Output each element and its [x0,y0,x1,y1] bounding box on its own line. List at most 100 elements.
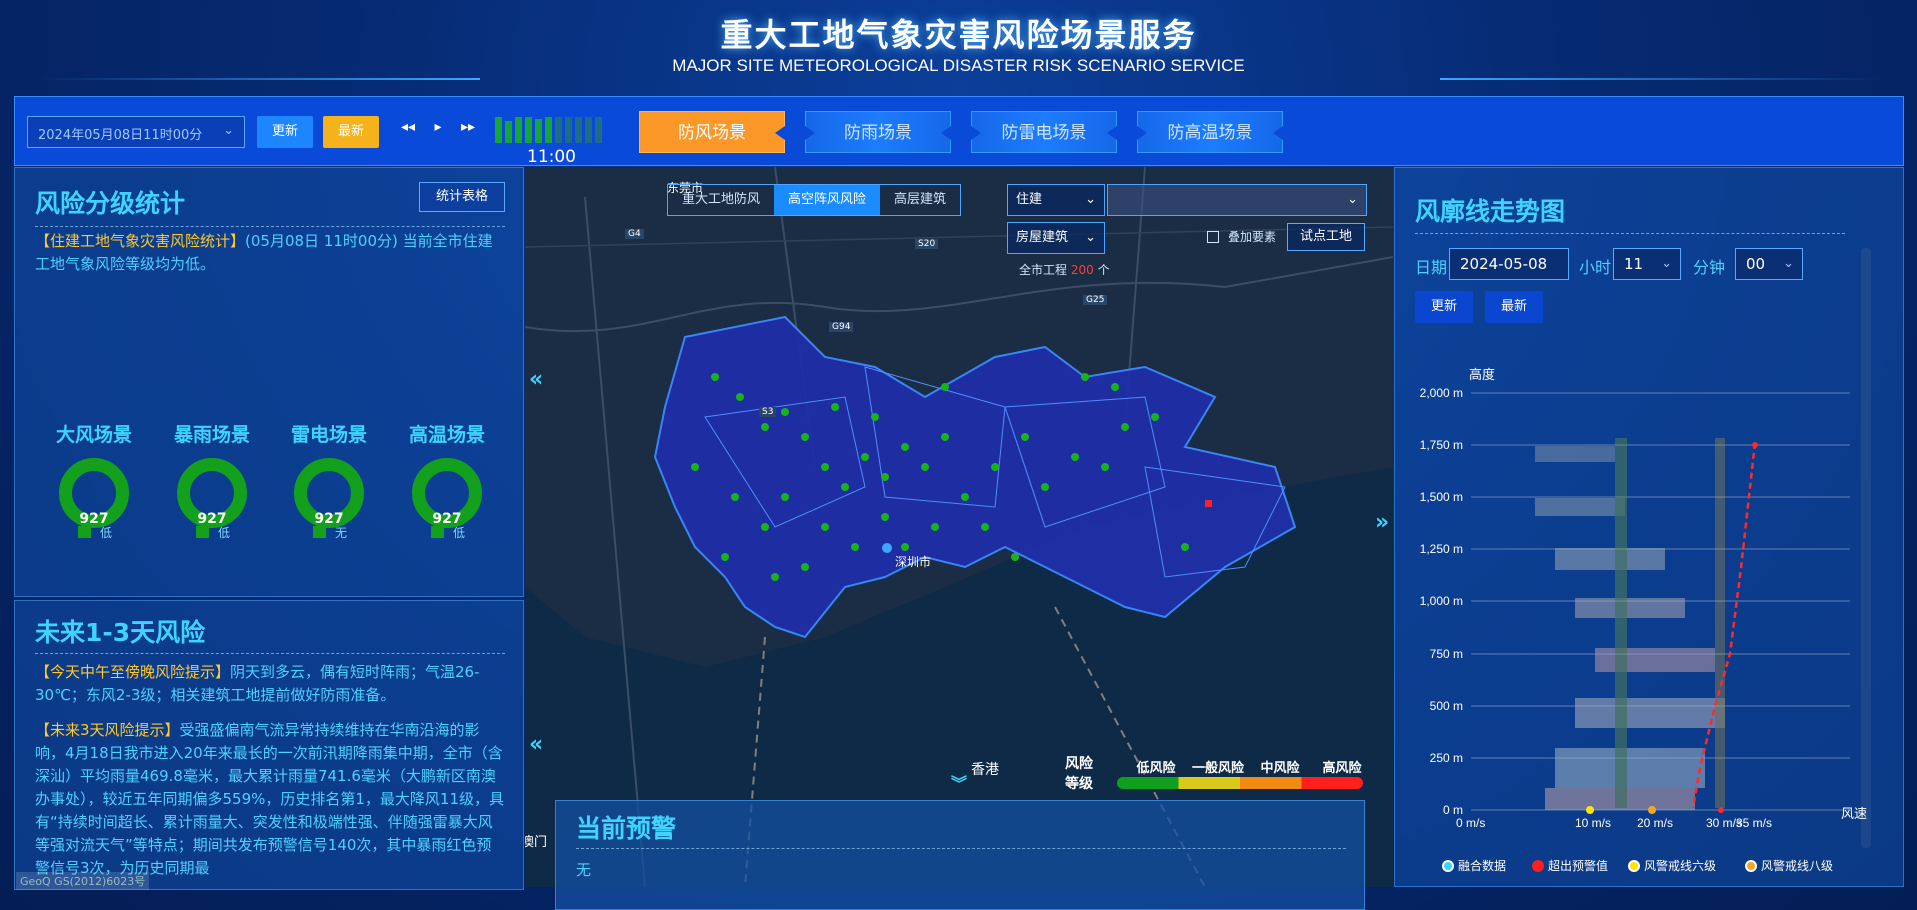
header-divider-right [1440,78,1880,80]
timeline-slot[interactable] [505,121,512,143]
future-risk-3day: 【未来3天风险提示】受强盛偏南气流异常持续维持在华南沿海的影响，4月18日我市进… [35,719,505,880]
double-chevron-down-icon[interactable]: ︾ [951,770,967,794]
tab-site-wind[interactable]: 重大工地防风 [668,185,774,215]
chevron-down-icon: ⌄ [1347,192,1358,207]
legend-swatch [1745,860,1757,872]
future-risk-3day-tag: 【未来3天风险提示】 [35,721,180,739]
gauge-level-wind: 低 [100,526,113,540]
timeline-slot[interactable] [515,117,522,143]
tab-high-altitude-gust[interactable]: 高空阵风风险 [774,185,881,215]
legend-label: 风警戒线八级 [1761,859,1834,873]
place-label-macau: 澳门 [525,835,548,850]
place-label-shenzhen: 深圳市 [895,555,932,569]
legend-wind-level-6[interactable]: 风警戒线六级 [1628,857,1716,874]
tab-notch [941,126,951,140]
road-badge: G94 [829,322,854,332]
tab-notch [775,126,785,140]
x-tick-label: 10 m/s [1575,816,1612,830]
wind-profile-panel: 风廓线走势图 日期 2024-05-08 小时 11 ⌄ 分钟 00 ⌄ 更新 … [1394,167,1904,887]
y-tick-label: 0 m [1442,802,1463,817]
timeline-time-label: 11:00 [527,147,576,167]
tab-label: 防高温场景 [1167,123,1253,143]
gauge-label-heat: 高温场景 [408,424,485,446]
current-warning-title: 当前预警 [576,814,677,843]
project-count: 全市工程 200 个 [1019,261,1110,278]
tab-high-rise[interactable]: 高层建筑 [880,185,960,215]
road-badge: G4 [625,229,644,239]
tab-wind-scene[interactable]: 防风场景 [639,111,785,153]
future-risk-today-tag: 【今天中午至傍晚风险提示】 [35,663,231,681]
building-type-select[interactable]: 房屋建筑 ⌄ [1007,222,1105,254]
risk-notice: 【住建工地气象灾害风险统计】(05月08日 11时00分) 当前全市住建工地气象… [35,230,505,276]
tab-lightning-scene[interactable]: 防雷电场景 [971,111,1117,153]
legend-swatch [1628,860,1640,872]
timeline-slot[interactable] [545,117,552,143]
legend-fused-data[interactable]: 融合数据 [1442,857,1506,874]
header-divider-left [40,78,480,80]
double-chevron-left-icon[interactable]: « [529,367,543,392]
stats-table-button[interactable]: 统计表格 [419,182,505,212]
timeline-slot[interactable] [575,117,582,143]
timeline-slot[interactable] [525,117,532,143]
legend-label: 融合数据 [1458,859,1507,873]
double-chevron-right-icon[interactable]: » [1375,510,1389,535]
pilot-sites-button[interactable]: 试点工地 [1287,223,1365,251]
project-select[interactable]: ⌄ [1107,184,1367,216]
legend-label: 超出预警值 [1548,859,1609,873]
future-risk-panel: 未来1-3天风险 【今天中午至傍晚风险提示】阴天到多云，偶有短时阵雨；气温26-… [14,600,524,890]
future-risk-today: 【今天中午至傍晚风险提示】阴天到多云，偶有短时阵雨；气温26-30℃；东风2-3… [35,661,505,707]
x-tick-label: 0 m/s [1456,816,1486,830]
gauge-level-lightning: 无 [335,526,348,540]
gauge-tab [196,526,209,538]
timeline-slot[interactable] [535,119,542,143]
y-tick-label: 250 m [1429,750,1463,765]
latest-button[interactable]: 最新 [323,116,379,148]
page-subtitle: MAJOR SITE METEOROLOGICAL DISASTER RISK … [672,56,1245,75]
project-count-value: 200 [1070,263,1094,277]
y-tick-label: 1,500 m [1419,490,1463,505]
y-tick-label: 2,000 m [1419,386,1463,400]
legend-label-general: 一般风险 [1191,761,1244,776]
datetime-select[interactable]: 2024年05月08日11时00分 ⌄ [27,116,245,148]
chevron-down-icon: ⌄ [1085,230,1096,245]
tab-notch [1137,126,1147,140]
tab-label: 防风场景 [678,123,746,143]
road-badge: S3 [759,407,777,417]
y-tick-label: 750 m [1429,646,1463,661]
legend-over-threshold[interactable]: 超出预警值 [1532,857,1608,874]
building-type-value: 房屋建筑 [1016,230,1069,245]
timeline-slot[interactable] [495,117,502,143]
gauge-level-rain: 低 [218,526,231,540]
department-select[interactable]: 住建 ⌄ [1007,184,1105,216]
current-warning-panel: 当前预警 无 [555,800,1365,910]
timeline-slot[interactable] [595,117,602,143]
overlay-label: 叠加要素 [1228,230,1277,244]
double-chevron-left-icon[interactable]: « [529,732,543,757]
timeline-slot[interactable] [565,117,572,143]
timeline-bars[interactable] [495,117,607,143]
legend-wind-level-8[interactable]: 风警戒线八级 [1745,857,1833,874]
tab-rain-scene[interactable]: 防雨场景 [805,111,951,153]
divider [35,653,505,654]
timeline-slot[interactable] [555,117,562,143]
risk-legend-title-2: 等级 [1065,776,1093,792]
play-icon[interactable]: ▸ [429,119,447,135]
x-tick-label: 20 m/s [1637,816,1674,830]
rewind-icon[interactable]: ◂◂ [399,119,417,135]
tab-heat-scene[interactable]: 防高温场景 [1137,111,1283,153]
chevron-down-icon: ⌄ [223,123,234,138]
tab-label: 防雷电场景 [1001,123,1087,143]
gauge-label-wind: 大风场景 [55,424,132,446]
page-title: 重大工地气象灾害风险场景服务 [720,16,1197,54]
fast-forward-icon[interactable]: ▸▸ [459,119,477,135]
risk-legend-title: 风险 等级 [1065,753,1093,793]
timeline-slot[interactable] [585,117,592,143]
place-label-hongkong: 香港 [971,762,999,778]
road-badge: G25 [1083,295,1108,305]
legend-label: 风警戒线六级 [1644,859,1717,873]
map-view[interactable]: « « » ︾ 东莞市 深圳市 香港 澳门 G4 S20 G25 G94 S3 … [525,167,1393,887]
update-button[interactable]: 更新 [257,116,313,148]
toolbar: 2024年05月08日11时00分 ⌄ 更新 最新 ◂◂ ▸ ▸▸ 11:00 … [14,96,1904,167]
gauge-tab [78,526,91,538]
overlay-checkbox[interactable] [1207,231,1219,243]
